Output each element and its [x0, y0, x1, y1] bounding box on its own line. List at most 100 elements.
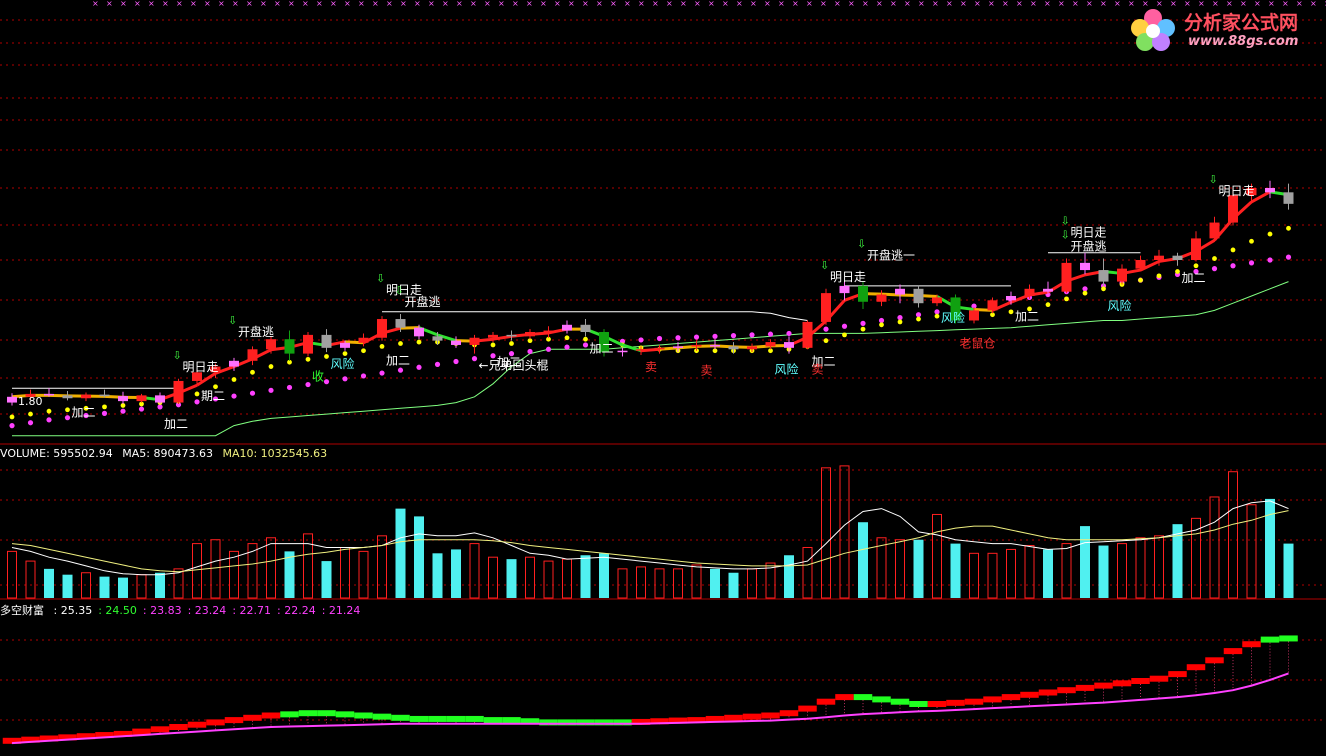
top-marker: ×	[274, 0, 281, 8]
candle-body	[1099, 270, 1109, 282]
volume-bar	[951, 544, 961, 598]
candle-body	[636, 349, 646, 351]
top-marker: ×	[778, 0, 785, 8]
candle-body	[1062, 263, 1072, 292]
candle-body	[988, 300, 998, 310]
support-dot	[916, 317, 921, 322]
logo-text: 分析家公式网	[1184, 8, 1298, 35]
candle-body	[359, 338, 369, 343]
volume-bar	[26, 561, 35, 598]
candle-body	[1117, 269, 1127, 282]
support-dot	[417, 340, 422, 345]
support-dot	[65, 407, 70, 412]
signal-label: 明日走	[1219, 184, 1255, 198]
trend-dot	[139, 406, 144, 411]
volume-bar	[822, 468, 831, 598]
volume-bar	[748, 569, 757, 598]
support-dot	[898, 320, 903, 325]
duokong-step	[336, 711, 355, 717]
trend-dot	[527, 349, 532, 354]
volume-bar	[784, 555, 794, 598]
support-dot	[1138, 278, 1143, 283]
support-dot	[1212, 256, 1217, 261]
candle-body	[303, 335, 313, 354]
duokong-step	[317, 710, 336, 716]
duokong-step	[188, 722, 207, 728]
candle-body	[914, 289, 924, 303]
trend-dot	[934, 309, 939, 314]
volume-bar	[137, 575, 146, 598]
top-marker: ×	[708, 0, 715, 8]
volume-bar	[914, 540, 924, 598]
duokong-step	[243, 715, 262, 721]
duokong-step	[354, 713, 373, 719]
duokong-step	[780, 710, 799, 716]
trend-dot	[768, 332, 773, 337]
candle-body	[322, 335, 332, 348]
candle-body	[1043, 289, 1053, 292]
signal-label: 风险	[941, 310, 965, 325]
trend-dot	[9, 423, 14, 428]
volume-bar	[396, 509, 406, 598]
duokong-step	[280, 711, 299, 717]
trend-dot	[194, 399, 199, 404]
signal-label: 明日走	[1071, 226, 1107, 240]
volume-bar	[322, 561, 332, 598]
buy-arrow-icon: ⇩	[395, 284, 404, 297]
signal-label: 风险	[331, 356, 355, 371]
candle-body	[932, 297, 942, 303]
top-marker: ×	[288, 0, 295, 8]
trend-dot	[305, 382, 310, 387]
top-marker: ×	[470, 0, 477, 8]
top-marker: ×	[162, 0, 169, 8]
signal-label: 加二	[72, 405, 96, 419]
duokong-step	[410, 716, 429, 722]
trend-dot	[120, 409, 125, 414]
support-dot	[1286, 226, 1291, 231]
volume-bar	[803, 547, 812, 598]
support-dot	[1194, 263, 1199, 268]
trend-dot	[65, 415, 70, 420]
volume-bar	[1099, 546, 1109, 598]
signal-label: 加二	[590, 341, 614, 355]
duokong-step	[1150, 676, 1169, 682]
signal-label: 开盘逃	[405, 294, 441, 309]
candle-body	[1136, 260, 1146, 269]
top-marker: ×	[1044, 0, 1051, 8]
duokong-step	[1057, 687, 1076, 693]
top-marker: ×	[1100, 0, 1107, 8]
support-dot	[879, 322, 884, 327]
duokong-step	[965, 699, 984, 705]
top-marker: ×	[890, 0, 897, 8]
candle-body	[1191, 238, 1201, 260]
candle-body	[618, 351, 628, 353]
volume-bar	[155, 573, 165, 598]
volume-ma5-label: MA5: 890473.63	[122, 447, 213, 460]
candle-body	[266, 339, 276, 349]
candle-body	[784, 342, 794, 348]
candle-body	[525, 332, 535, 336]
top-marker: ×	[1072, 0, 1079, 8]
volume-bar	[451, 549, 461, 598]
duokong-step	[1279, 635, 1298, 641]
signal-label: 加二	[386, 354, 410, 368]
candle-body	[1228, 195, 1238, 222]
candle-body	[729, 346, 739, 349]
trend-dot	[361, 373, 366, 378]
signal-label: 卖	[812, 362, 824, 376]
bound-line	[12, 282, 1289, 436]
top-marker: ×	[260, 0, 267, 8]
volume-bar	[211, 540, 220, 598]
volume-ma10-line	[12, 511, 1289, 572]
duokong-header: 多空财富 : 25.35: 24.50: 23.83: 23.24: 22.71…	[0, 602, 366, 618]
candle-body	[248, 349, 258, 361]
signal-label: 期二	[201, 389, 225, 403]
support-dot	[324, 354, 329, 359]
candle-body	[692, 345, 702, 347]
support-dot	[195, 392, 200, 397]
duokong-step	[262, 713, 281, 719]
candle-body	[285, 339, 295, 353]
volume-bar	[674, 569, 683, 598]
support-dot	[250, 370, 255, 375]
top-marker: ×	[442, 0, 449, 8]
